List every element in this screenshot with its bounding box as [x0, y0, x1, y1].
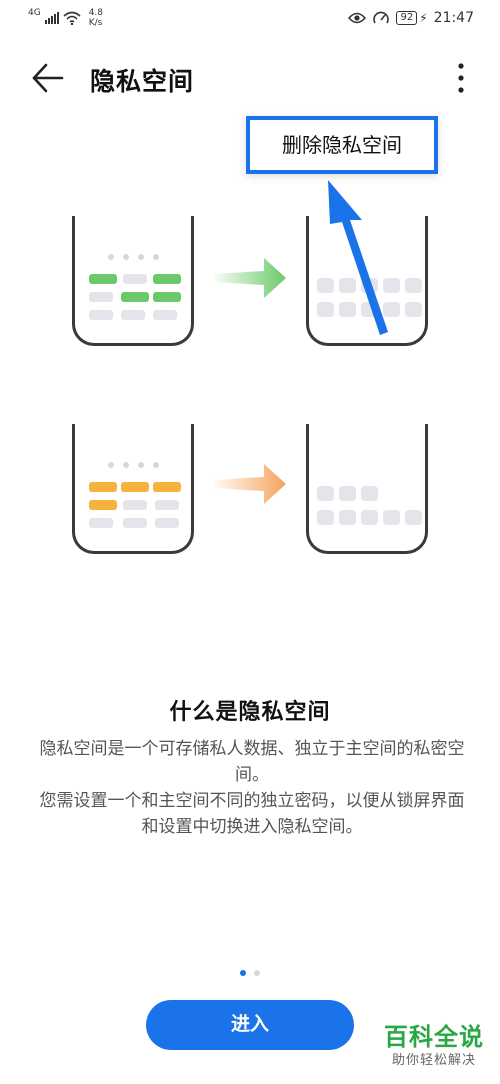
- orange-bar: [89, 500, 117, 510]
- speedometer-icon: [373, 11, 390, 24]
- page-title: 隐私空间: [90, 67, 195, 96]
- speed-unit: K/s: [88, 18, 103, 28]
- delete-private-space-menu-item[interactable]: 删除隐私空间: [250, 120, 434, 170]
- phone-private-space-bottom: [306, 424, 428, 554]
- app-bar: 隐私空间: [0, 52, 500, 104]
- orange-bar: [121, 482, 149, 492]
- network-speed: 4.8 K/s: [89, 8, 103, 28]
- app-tile: [405, 510, 422, 525]
- app-tile: [317, 486, 334, 501]
- status-bar: 4G 4.8 K/s 92 ⚡ 21:47: [0, 0, 500, 36]
- app-tile: [383, 510, 400, 525]
- watermark-sub: 助你轻松解决: [391, 1053, 476, 1068]
- app-tile: [405, 278, 422, 293]
- page-dots-decoration: [75, 462, 191, 468]
- app-tile: [339, 486, 356, 501]
- green-bar: [153, 292, 181, 302]
- illustration: [0, 200, 500, 570]
- wifi-icon: [63, 11, 81, 25]
- battery-level: 92: [400, 12, 414, 23]
- gray-bar: [123, 274, 147, 284]
- page-indicator-dot-active: [240, 970, 246, 976]
- gray-bar: [123, 518, 147, 528]
- green-bar: [153, 274, 181, 284]
- page-indicator: [0, 970, 500, 976]
- more-options-icon[interactable]: [452, 60, 470, 96]
- phone-main-space-bottom: [72, 424, 194, 554]
- charging-icon: ⚡: [419, 11, 428, 25]
- status-right: 92 ⚡ 21:47: [348, 10, 474, 26]
- description-title: 什么是隐私空间: [169, 700, 331, 725]
- app-tile: [405, 302, 422, 317]
- network-type: 4G: [28, 8, 41, 18]
- orange-bar: [89, 482, 117, 492]
- app-tile: [339, 510, 356, 525]
- description-paragraph-1: 隐私空间是一个可存储私人数据、独立于主空间的私密空间。: [39, 739, 465, 785]
- clock: 21:47: [433, 10, 474, 26]
- green-bar: [89, 274, 117, 284]
- gray-bar: [153, 310, 177, 320]
- gray-bar: [155, 518, 179, 528]
- eye-icon: [348, 12, 367, 24]
- speed-value: 4.8: [88, 8, 104, 18]
- overflow-menu: 删除隐私空间: [246, 116, 438, 174]
- battery-icon: 92: [396, 11, 418, 25]
- watermark-logo: 百科全说 助你轻松解决: [384, 1022, 484, 1070]
- gray-bar: [89, 310, 113, 320]
- green-arrow-icon: [214, 258, 286, 298]
- gray-bar: [155, 500, 179, 510]
- app-tile: [361, 486, 378, 501]
- app-tile: [317, 510, 334, 525]
- page-indicator-dot: [254, 970, 260, 976]
- enter-button[interactable]: 进入: [146, 1000, 354, 1050]
- orange-arrow-icon: [214, 464, 286, 504]
- page-dots-decoration: [75, 254, 191, 260]
- back-arrow-icon[interactable]: [30, 62, 66, 94]
- gray-bar: [89, 518, 113, 528]
- orange-bar: [153, 482, 181, 492]
- description-body: 隐私空间是一个可存储私人数据、独立于主空间的私密空间。 您需设置一个和主空间不同…: [38, 736, 466, 840]
- annotation-arrow-icon: [328, 180, 388, 335]
- gray-bar: [121, 310, 145, 320]
- gray-bar: [123, 500, 147, 510]
- description-paragraph-2: 您需设置一个和主空间不同的独立密码，以便从锁屏界面和设置中切换进入隐私空间。: [39, 791, 465, 837]
- phone-main-space-top: [72, 216, 194, 346]
- status-left: 4G 4.8 K/s: [28, 8, 103, 28]
- gray-bar: [89, 292, 113, 302]
- green-bar: [121, 292, 149, 302]
- signal-icon: [44, 12, 59, 24]
- app-tile: [361, 510, 378, 525]
- watermark-main: 百科全说: [384, 1023, 484, 1051]
